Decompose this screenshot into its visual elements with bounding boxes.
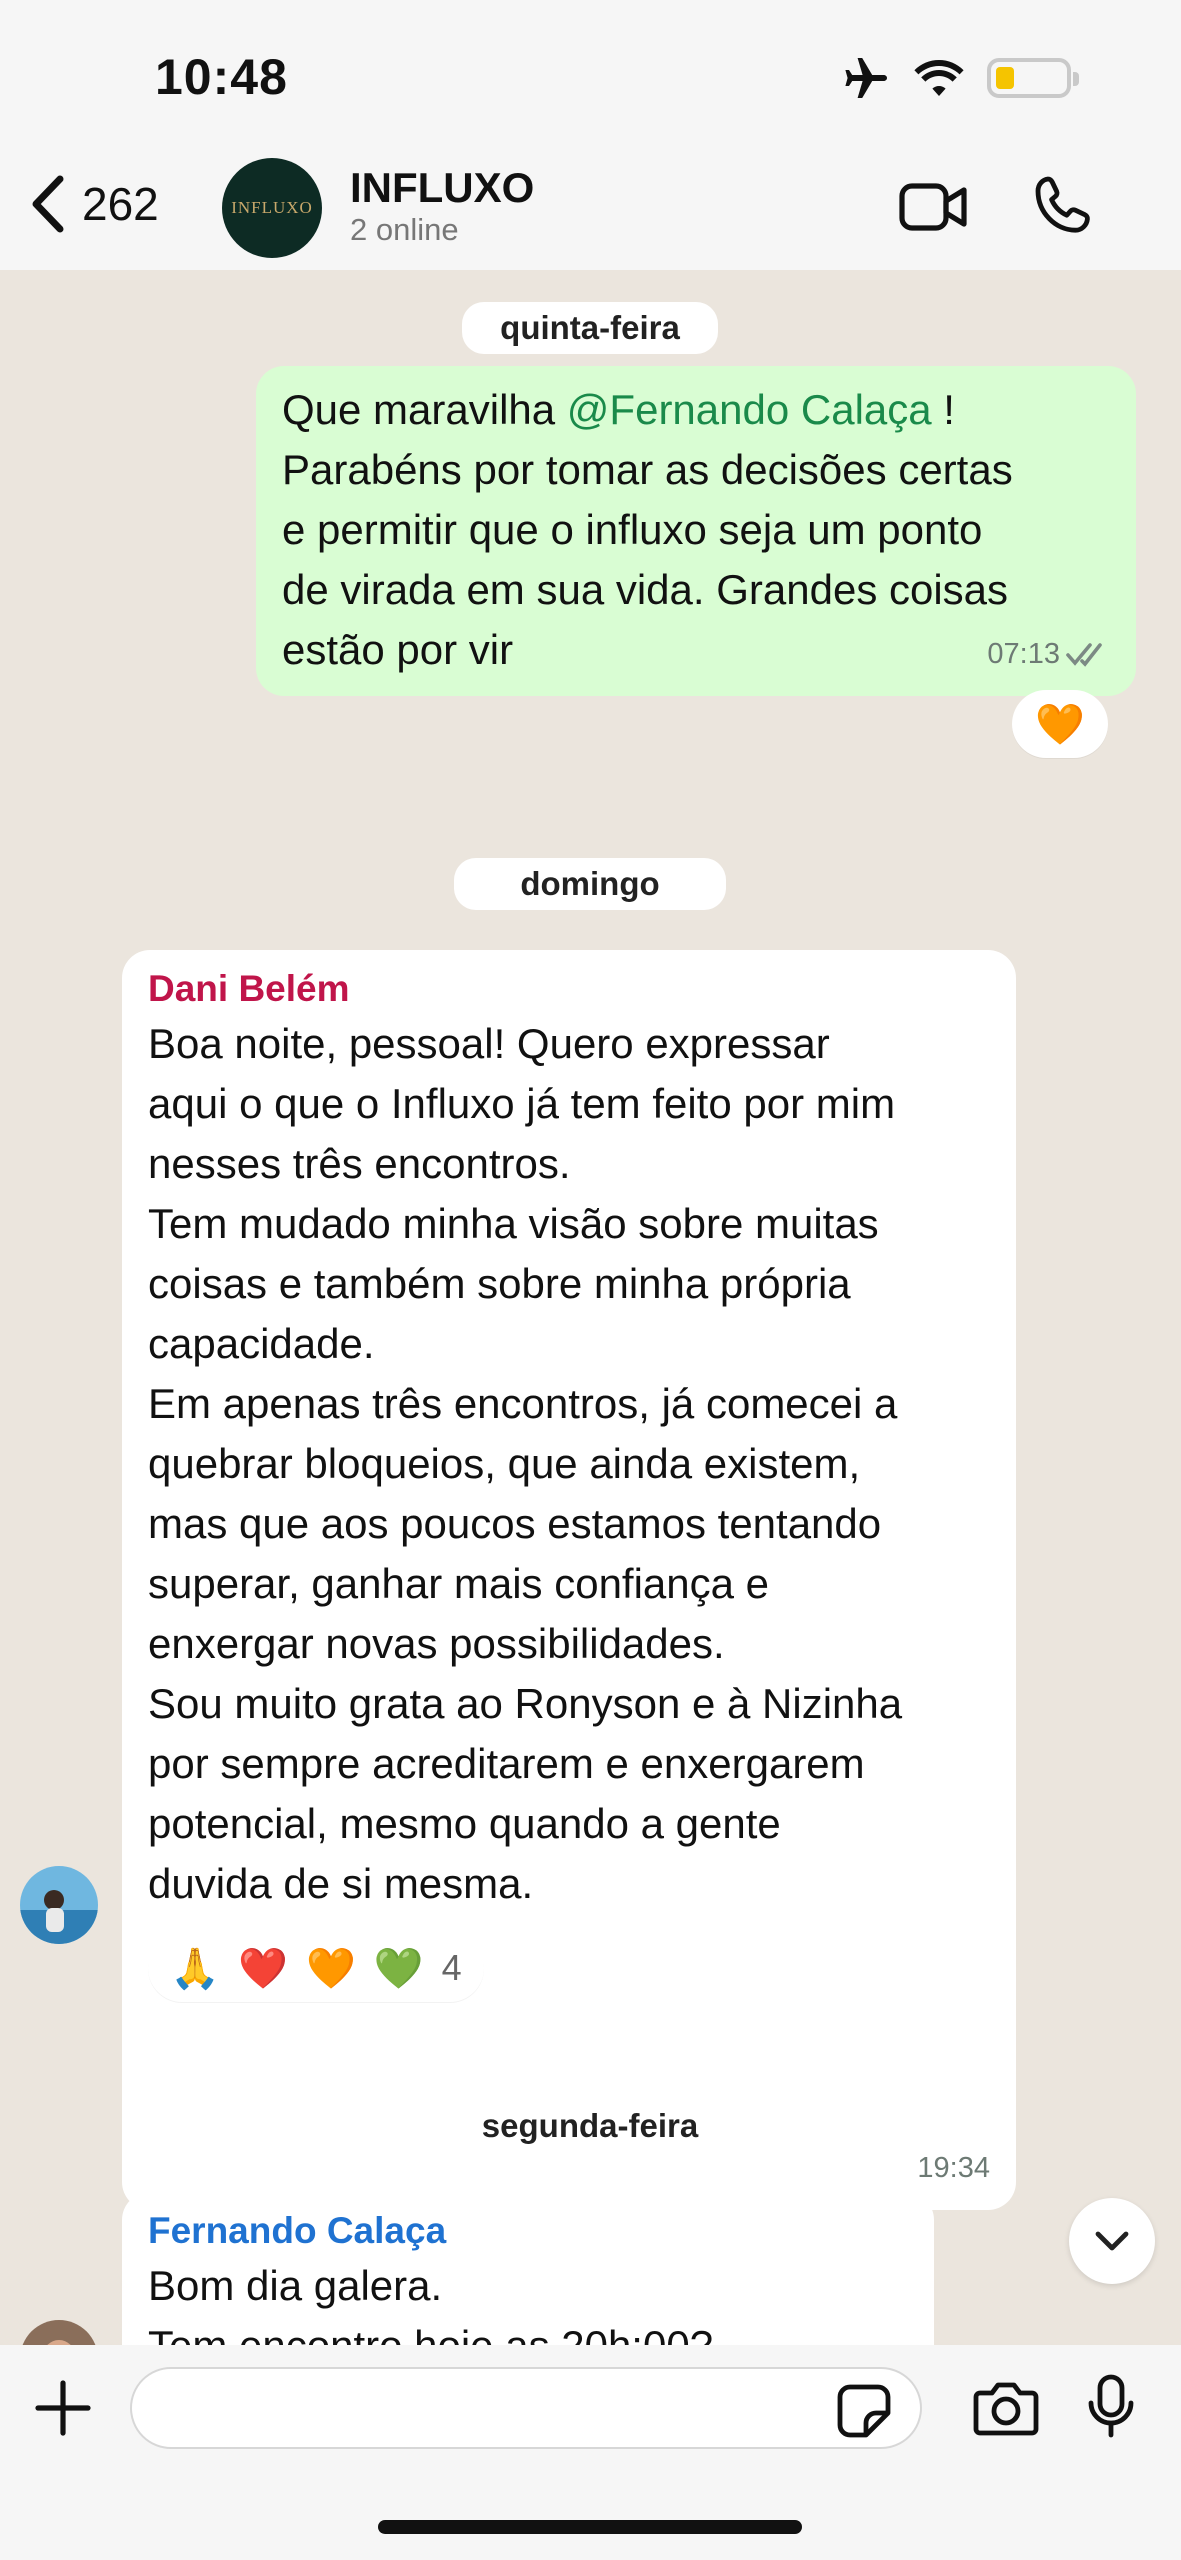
chat-title[interactable]: INFLUXO: [350, 164, 534, 212]
message-sender[interactable]: Fernando Calaça: [148, 2206, 908, 2256]
video-call-icon[interactable]: [898, 180, 970, 234]
message-text-line: coisas e também sobre minha própria: [148, 1260, 851, 1307]
message-text-line: aqui o que o Influxo já tem feito por mi…: [148, 1080, 896, 1127]
chat-header: 262 INFLUXO INFLUXO 2 online: [0, 150, 1181, 270]
double-check-icon: [1066, 643, 1102, 667]
message-reactions[interactable]: 🙏 ❤️ 🧡 💚 4: [148, 1934, 484, 2002]
status-icons: [843, 56, 1079, 100]
plus-icon[interactable]: [34, 2379, 92, 2437]
airplane-mode-icon: [845, 58, 887, 98]
message-input[interactable]: [130, 2367, 922, 2449]
incoming-message[interactable]: Dani Belém Boa noite, pessoal! Quero exp…: [122, 950, 1016, 2210]
back-button[interactable]: 262: [30, 175, 159, 233]
incoming-message[interactable]: Fernando Calaça Bom dia galera. Tem enco…: [122, 2192, 934, 2345]
message-text-line: capacidade.: [148, 1320, 375, 1367]
message-text-line: e permitir que o influxo seja um ponto: [282, 506, 983, 553]
scroll-to-bottom-button[interactable]: [1069, 2198, 1155, 2284]
chat-area[interactable]: quinta-feira Que maravilha @Fernando Cal…: [0, 270, 1181, 2345]
sender-avatar[interactable]: [20, 1866, 98, 1944]
orange-heart-emoji: 🧡: [305, 1946, 356, 1991]
sender-avatar[interactable]: [20, 2320, 98, 2345]
camera-icon[interactable]: [972, 2379, 1040, 2437]
message-text-line: Parabéns por tomar as decisões certas: [282, 446, 1013, 493]
message-text-line: estão por vir: [282, 626, 514, 673]
battery-icon: [987, 58, 1079, 98]
unread-count: 262: [82, 178, 159, 230]
message-text-line: potencial, mesmo quando a gente: [148, 1800, 781, 1847]
chevron-left-icon: [32, 175, 64, 233]
sticker-icon[interactable]: [836, 2383, 892, 2439]
message-meta: 19:34: [917, 2138, 990, 2198]
message-reaction[interactable]: 🧡: [1012, 690, 1108, 758]
home-indicator: [378, 2520, 802, 2534]
chevron-down-icon: [1095, 2231, 1129, 2251]
message-text-line: mas que aos poucos estamos tentando: [148, 1500, 882, 1547]
message-meta: 07:13: [987, 624, 1110, 684]
message-text-line: duvida de si mesma.: [148, 1860, 534, 1907]
message-text-line: Tem encontro hoje as 20h:00?: [148, 2316, 908, 2345]
group-avatar-logo: INFLUXO: [231, 198, 313, 217]
outgoing-message[interactable]: Que maravilha @Fernando Calaça ! Parabén…: [256, 366, 1136, 696]
wifi-icon: [914, 60, 964, 96]
message-text-line: por sempre acreditarem e enxergarem: [148, 1740, 865, 1787]
pray-emoji: 🙏: [170, 1946, 221, 1991]
status-time: 10:48: [155, 49, 288, 105]
date-separator: domingo: [454, 858, 726, 910]
red-heart-emoji: ❤️: [238, 1946, 288, 1991]
message-sender[interactable]: Dani Belém: [148, 964, 990, 1014]
message-text-line: Sou muito grata ao Ronyson e à Nizinha: [148, 1680, 903, 1727]
online-status: 2 online: [350, 212, 459, 247]
date-separator: quinta-feira: [462, 302, 718, 354]
message-text-line: Em apenas três encontros, já comecei a: [148, 1380, 898, 1427]
reaction-count: 4: [441, 1947, 462, 1988]
orange-heart-emoji: 🧡: [1035, 702, 1085, 747]
message-text-line: Boa noite, pessoal! Quero expressar: [148, 1020, 830, 1067]
voice-call-icon[interactable]: [1034, 174, 1094, 236]
message-time: 19:34: [917, 2152, 990, 2184]
message-text-line: Que maravilha @Fernando Calaça !: [282, 386, 955, 433]
status-bar: 10:48: [0, 0, 1181, 150]
message-time: 07:13: [987, 638, 1060, 670]
message-text-line: quebrar bloqueios, que ainda existem,: [148, 1440, 861, 1487]
profile-photo-icon: [20, 1866, 98, 1944]
message-text-line: superar, ganhar mais confiança e: [148, 1560, 770, 1607]
mention-link[interactable]: @Fernando Calaça: [567, 386, 932, 433]
message-composer: [0, 2345, 1181, 2560]
microphone-icon[interactable]: [1086, 2373, 1136, 2439]
message-text-line: nesses três encontros.: [148, 1140, 571, 1187]
message-text-line: Tem mudado minha visão sobre muitas: [148, 1200, 879, 1247]
message-text-line: de virada em sua vida. Grandes coisas: [282, 566, 1009, 613]
green-heart-emoji: 💚: [373, 1946, 424, 1991]
date-separator: segunda-feira: [442, 2100, 738, 2152]
message-text-line: enxergar novas possibilidades.: [148, 1620, 725, 1667]
profile-photo-icon: [20, 2320, 98, 2345]
message-text-line: Bom dia galera.: [148, 2262, 443, 2309]
group-avatar[interactable]: INFLUXO: [222, 158, 322, 258]
